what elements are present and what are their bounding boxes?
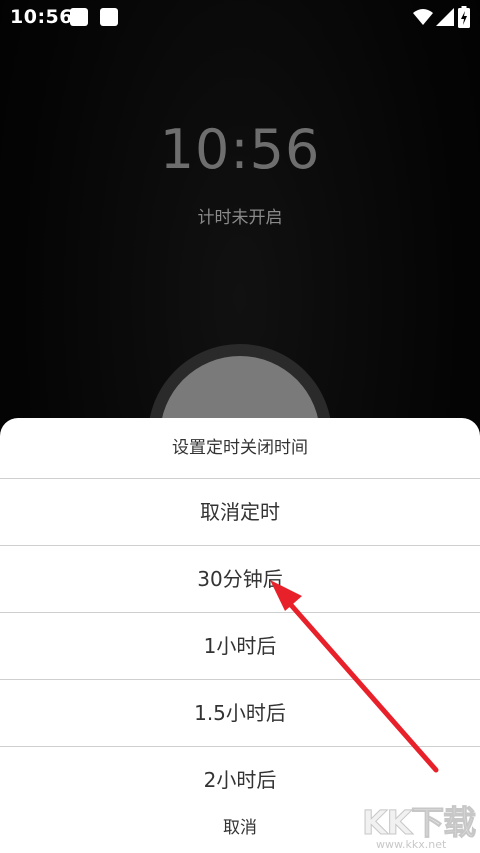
notification-icon <box>100 8 118 26</box>
sleep-timer-sheet: 设置定时关闭时间 取消定时 30分钟后 1小时后 1.5小时后 2小时后 取消 <box>0 418 480 853</box>
timer-status-label: 计时未开启 <box>197 208 283 228</box>
watermark-url: www.kkx.net <box>376 838 447 851</box>
watermark-logo: KK下载 <box>361 803 476 843</box>
battery-charging-icon <box>458 6 470 28</box>
status-bar: 10:56 <box>0 0 480 34</box>
app-screen: 10:56 10:56 计时未开启 设置定时关闭时间 取消定时 30分钟后 1小… <box>0 0 480 853</box>
notification-icon <box>70 8 88 26</box>
watermark: KK下载 www.kkx.net <box>361 796 478 852</box>
option-1-5-hours[interactable]: 1.5小时后 <box>0 679 480 747</box>
option-cancel-timer[interactable]: 取消定时 <box>0 478 480 546</box>
wifi-icon <box>413 9 433 25</box>
sheet-title: 设置定时关闭时间 <box>172 438 308 458</box>
signal-icon <box>436 8 454 26</box>
option-30-minutes[interactable]: 30分钟后 <box>0 545 480 613</box>
status-time: 10:56 <box>10 6 73 28</box>
clock-time: 10:56 <box>159 118 321 181</box>
option-1-hour[interactable]: 1小时后 <box>0 612 480 680</box>
